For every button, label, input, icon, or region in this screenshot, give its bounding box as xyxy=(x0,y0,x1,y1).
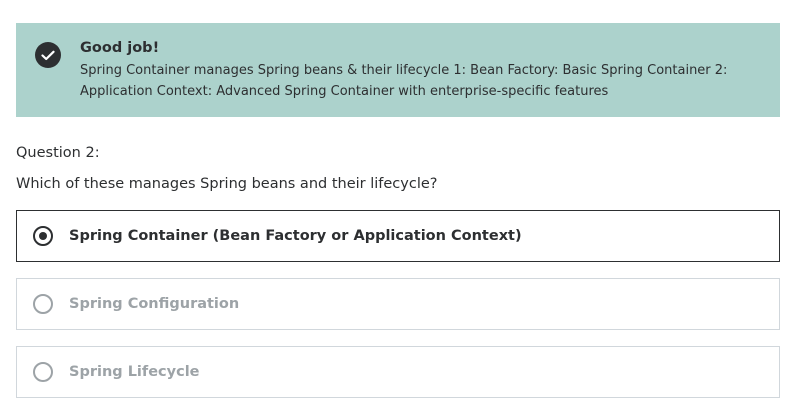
radio-button[interactable] xyxy=(33,362,53,382)
radio-button-selected[interactable] xyxy=(33,226,53,246)
alert-body: Spring Container manages Spring beans & … xyxy=(80,63,728,99)
question-number: Question 2: xyxy=(16,145,100,161)
answer-option-label: Spring Configuration xyxy=(69,296,240,312)
answer-option-3[interactable]: Spring Lifecycle xyxy=(16,346,780,398)
check-circle-icon xyxy=(35,42,61,68)
question-text: Which of these manages Spring beans and … xyxy=(16,176,438,192)
answer-option-label: Spring Container (Bean Factory or Applic… xyxy=(69,228,522,244)
radio-dot xyxy=(39,232,47,240)
quiz-page: Good job! Spring Container manages Sprin… xyxy=(0,0,789,405)
answer-option-label: Spring Lifecycle xyxy=(69,364,200,380)
checkmark-icon xyxy=(41,50,55,60)
alert-title: Good job! xyxy=(80,40,160,56)
answer-option-1[interactable]: Spring Container (Bean Factory or Applic… xyxy=(16,210,780,262)
answer-option-2[interactable]: Spring Configuration xyxy=(16,278,780,330)
success-alert: Good job! Spring Container manages Sprin… xyxy=(16,23,780,117)
radio-button[interactable] xyxy=(33,294,53,314)
